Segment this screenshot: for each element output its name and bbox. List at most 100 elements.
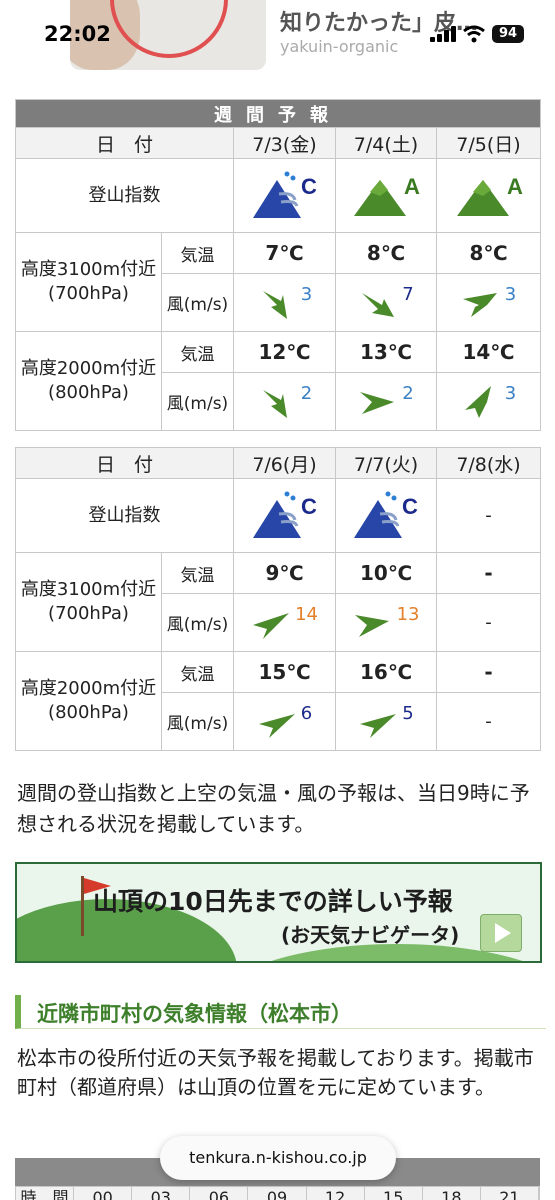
banner-title: 山頂の10日先までの詳しい予報 xyxy=(93,887,453,916)
ten-day-forecast-banner[interactable]: 山頂の10日先までの詳しい予報 (お天気ナビゲータ) xyxy=(15,862,542,963)
wind-arrow-icon xyxy=(253,612,290,639)
hour-cell: 15 xyxy=(365,1187,423,1200)
wind-arrow-icon xyxy=(360,391,395,414)
wind-speed: 3 xyxy=(504,383,517,404)
day-2: 7/4(土) xyxy=(335,127,437,159)
date-label: 日 付 xyxy=(15,127,234,159)
wind-cell: 13 xyxy=(335,593,438,652)
wind-cell: 14 xyxy=(233,593,337,652)
altitude-2000-pressure: (800hPa) xyxy=(48,382,129,403)
altitude-2000-name: 高度2000m付近 xyxy=(20,358,157,379)
hourly-hours-row: 時 間 00 03 06 09 12 15 18 21 xyxy=(15,1186,540,1200)
wind-speed: 3 xyxy=(504,284,517,305)
wind-cell: 3 xyxy=(435,273,542,332)
section-heading: 近隣市町村の気象情報（松本市） xyxy=(15,995,546,1029)
wind-arrow-icon xyxy=(258,713,295,738)
altitude-2000-label: 高度2000m付近 (800hPa) xyxy=(15,331,162,431)
index-letter: A xyxy=(404,174,420,199)
day-1: 7/3(金) xyxy=(233,127,336,159)
climb-index-c-icon: C xyxy=(233,478,337,553)
altitude-3100-name: 高度3100m付近 xyxy=(20,259,157,280)
wind-label: 風(m/s) xyxy=(161,273,234,332)
hour-cell: 09 xyxy=(248,1187,307,1200)
hour-cell: 18 xyxy=(423,1187,481,1200)
wind-cell: 6 xyxy=(233,692,337,751)
wind-label: 風(m/s) xyxy=(160,593,235,652)
hour-cell: 12 xyxy=(307,1187,365,1200)
wind-speed: 3 xyxy=(300,284,313,305)
wind-arrow-icon xyxy=(464,385,491,418)
wind-label: 風(m/s) xyxy=(160,692,235,751)
altitude-3100-pressure: (700hPa) xyxy=(48,603,129,624)
climb-index-c-icon: C xyxy=(233,158,336,233)
index-letter: C xyxy=(301,494,317,519)
temp-value: 9℃ xyxy=(233,552,337,594)
wind-speed: 5 xyxy=(402,703,414,724)
status-time: 22:02 xyxy=(44,22,111,46)
altitude-3100-name: 高度3100m付近 xyxy=(20,579,157,600)
day-4: 7/6(月) xyxy=(233,447,337,479)
ad-domain[interactable]: yakuin-organic xyxy=(280,37,398,56)
temp-value: - xyxy=(436,651,542,693)
time-label: 時 間 xyxy=(16,1187,75,1200)
wifi-icon xyxy=(463,25,485,43)
index-label: 登山指数 xyxy=(14,478,235,553)
play-arrow-icon[interactable] xyxy=(480,914,522,952)
wind-arrow-icon xyxy=(362,292,395,317)
wind-arrow-icon xyxy=(360,713,397,738)
wind-speed: 2 xyxy=(300,383,313,404)
hour-cell: 06 xyxy=(190,1187,249,1200)
temp-label: 気温 xyxy=(161,232,234,274)
wind-speed: 13 xyxy=(396,604,420,625)
day-5: 7/7(火) xyxy=(335,447,438,479)
wind-arrow-icon xyxy=(262,389,287,418)
weekly-forecast-table-2: 日 付 7/6(月) 7/7(火) 7/8(水) 登山指数 C C - 高度31… xyxy=(14,447,542,751)
climb-index-a-icon: A xyxy=(435,158,542,233)
forecast-note: 週間の登山指数と上空の気温・風の予報は、当日9時に予想される状況を掲載しています… xyxy=(17,781,530,836)
altitude-2000-label: 高度2000m付近 (800hPa) xyxy=(15,651,162,751)
wind-arrow-icon xyxy=(262,290,287,319)
signal-icon xyxy=(430,26,458,42)
day-6: 7/8(水) xyxy=(436,447,542,479)
weekly-title: 週間予報 xyxy=(14,99,542,128)
wind-cell: 3 xyxy=(233,273,336,332)
altitude-3100-pressure: (700hPa) xyxy=(48,283,129,304)
temp-value: 14℃ xyxy=(435,331,542,373)
climb-index-c-icon: C xyxy=(335,478,438,553)
temp-value: - xyxy=(436,552,542,594)
altitude-2000-pressure: (800hPa) xyxy=(48,702,129,723)
wind-cell: 3 xyxy=(435,372,542,431)
weekly-forecast-table-1: 週間予報 日 付 7/3(金) 7/4(土) 7/5(日) 登山指数 C A A… xyxy=(14,99,542,431)
wind-speed: 6 xyxy=(300,703,313,724)
wind-cell: 7 xyxy=(335,273,437,332)
temp-value: 12℃ xyxy=(233,331,336,373)
wind-speed: 7 xyxy=(402,284,414,305)
wind-empty: - xyxy=(436,593,542,652)
index-empty: - xyxy=(436,478,542,553)
hour-cell: 21 xyxy=(481,1187,539,1200)
altitude-3100-label: 高度3100m付近 (700hPa) xyxy=(15,232,162,332)
index-letter: C xyxy=(301,174,317,199)
battery-icon: 94 xyxy=(492,25,524,43)
wind-empty: - xyxy=(436,692,542,751)
address-bar[interactable]: tenkura.n-kishou.co.jp xyxy=(160,1136,396,1180)
temp-value: 7℃ xyxy=(233,232,336,274)
status-and-ad-bar: 知りたかった」皮… yakuin-organic 22:02 94 xyxy=(0,0,555,78)
hour-cell: 00 xyxy=(74,1187,133,1200)
wind-cell: 5 xyxy=(335,692,438,751)
temp-label: 気温 xyxy=(160,552,235,594)
hour-cell: 03 xyxy=(132,1187,191,1200)
wind-cell: 2 xyxy=(335,372,437,431)
section-title: 近隣市町村の気象情報（松本市） xyxy=(37,1002,352,1026)
wind-label: 風(m/s) xyxy=(161,372,234,431)
day-3: 7/5(日) xyxy=(435,127,542,159)
index-letter: C xyxy=(402,494,418,519)
banner-subtitle: (お天気ナビゲータ) xyxy=(281,923,460,947)
wind-arrow-icon xyxy=(354,614,389,637)
wind-arrow-icon xyxy=(462,292,497,317)
index-letter: A xyxy=(507,174,523,199)
climb-index-a-icon: A xyxy=(335,158,437,233)
wind-speed: 2 xyxy=(402,383,414,404)
temp-value: 15℃ xyxy=(233,651,337,693)
temp-value: 8℃ xyxy=(435,232,542,274)
